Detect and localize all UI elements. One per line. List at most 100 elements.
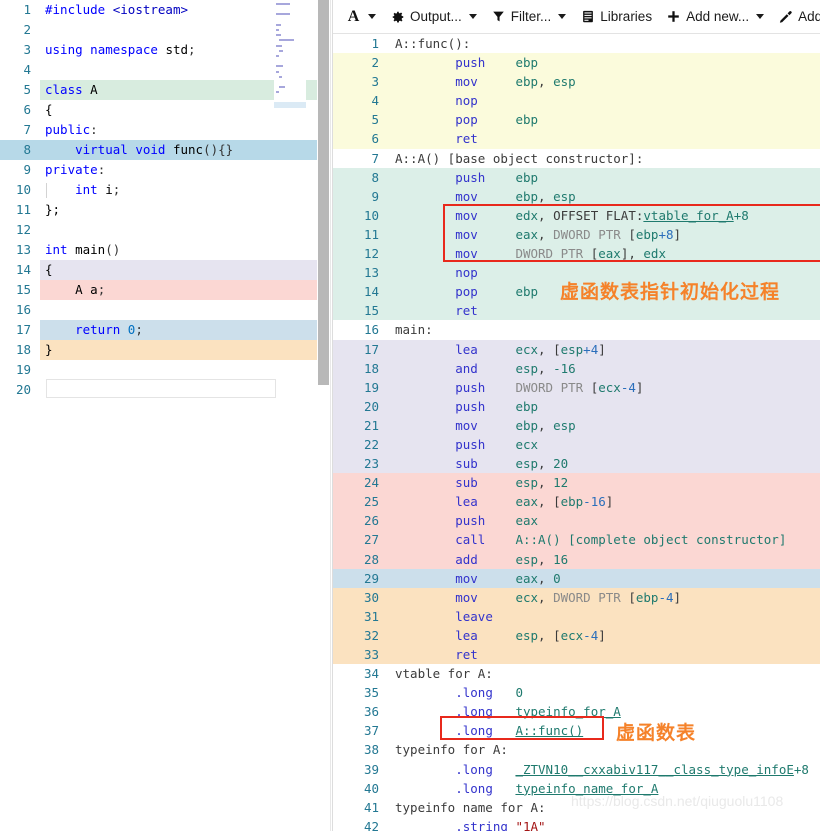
asm-line[interactable]: 40 .long typeinfo_name_for_A <box>333 778 820 798</box>
asm-line[interactable]: 25 lea eax, [ebp-16] <box>333 492 820 512</box>
asm-line[interactable]: 6 ret <box>333 129 820 149</box>
asm-line-number: 37 <box>363 723 379 739</box>
asm-line[interactable]: 16 main: <box>333 320 820 340</box>
source-line-number: 17 <box>15 322 31 337</box>
minimap-slider[interactable] <box>274 101 306 108</box>
asm-line-number: 25 <box>363 494 379 510</box>
asm-line[interactable]: 15 ret <box>333 301 820 321</box>
source-line[interactable]: 8 virtual void func(){} <box>0 140 330 160</box>
add-tool-button[interactable]: Add t <box>771 6 820 27</box>
asm-line[interactable]: 14 pop ebp <box>333 282 820 302</box>
asm-line[interactable]: 3 mov ebp, esp <box>333 72 820 92</box>
asm-line[interactable]: 8 push ebp <box>333 167 820 187</box>
asm-line-number: 38 <box>363 742 379 758</box>
source-line[interactable]: 16 <box>0 300 330 320</box>
indent-guide <box>46 183 47 198</box>
asm-line[interactable]: 22 push ecx <box>333 434 820 455</box>
asm-line[interactable]: 35 .long 0 <box>333 683 820 703</box>
wand-icon <box>778 9 793 24</box>
asm-line[interactable]: 29 mov eax, 0 <box>333 568 820 588</box>
source-line[interactable]: 10 int i; <box>0 180 330 200</box>
asm-line-number: 29 <box>363 570 379 586</box>
source-minimap[interactable] <box>274 0 306 112</box>
asm-line-text: .string "1A" <box>455 818 546 831</box>
asm-line[interactable]: 26 push eax <box>333 511 820 531</box>
asm-line-text: lea eax, [ebp-16] <box>455 494 614 510</box>
asm-line[interactable]: 1 A::func(): <box>333 34 820 54</box>
source-line[interactable]: 14 { <box>0 260 330 280</box>
asm-line[interactable]: 9 mov ebp, esp <box>333 186 820 206</box>
asm-line-text: push ebp <box>455 398 539 414</box>
asm-line-number: 36 <box>363 704 379 720</box>
source-scrollbar-thumb[interactable] <box>318 0 329 385</box>
asm-line[interactable]: 23 sub esp, 20 <box>333 454 820 474</box>
asm-line-number: 4 <box>371 93 379 109</box>
source-line[interactable]: 19 <box>0 360 330 380</box>
source-line[interactable]: 12 <box>0 220 330 240</box>
source-line-text: private: <box>45 162 106 177</box>
source-line-number: 20 <box>15 382 31 397</box>
asm-line[interactable]: 13 nop <box>333 263 820 283</box>
asm-line[interactable]: 37 .long A::func() <box>333 721 820 741</box>
source-line[interactable]: 13 int main() <box>0 240 330 260</box>
asm-line[interactable]: 27 call A::A() [complete object construc… <box>333 530 820 550</box>
asm-line[interactable]: 30 mov ecx, DWORD PTR [ebp-4] <box>333 587 820 607</box>
source-line-number: 11 <box>15 202 31 217</box>
asm-line[interactable]: 11 mov eax, DWORD PTR [ebp+8] <box>333 224 820 245</box>
asm-line-text: nop <box>455 265 478 281</box>
source-line-text: }; <box>45 202 61 217</box>
asm-line[interactable]: 5 pop ebp <box>333 110 820 130</box>
source-line[interactable]: 18} <box>0 340 330 360</box>
font-size-button[interactable]: A <box>339 6 383 27</box>
asm-line[interactable]: 36 .long typeinfo_for_A <box>333 702 820 722</box>
source-line-number: 14 <box>15 262 31 277</box>
asm-line[interactable]: 41 typeinfo name for A: <box>333 797 820 817</box>
add-new-button[interactable]: Add new... <box>659 6 771 27</box>
asm-line[interactable]: 42 .string "1A" <box>333 816 820 831</box>
libraries-button[interactable]: Libraries <box>573 6 659 27</box>
asm-line[interactable]: 12 mov DWORD PTR [eax], edx <box>333 244 820 264</box>
source-line[interactable]: 11}; <box>0 200 330 220</box>
asm-line[interactable]: 7 A::A() [base object constructor]: <box>333 148 820 168</box>
asm-line[interactable]: 2 push ebp <box>333 53 820 73</box>
asm-line[interactable]: 24 sub esp, 12 <box>333 473 820 493</box>
plus-icon <box>666 9 681 24</box>
source-vertical-scrollbar[interactable] <box>317 0 330 831</box>
asm-line[interactable]: 33 ret <box>333 645 820 665</box>
asm-line-number: 5 <box>371 112 379 128</box>
asm-line[interactable]: 4 nop <box>333 91 820 111</box>
source-line[interactable]: 9 private: <box>0 160 330 180</box>
filter-button[interactable]: Filter... <box>484 6 574 27</box>
asm-line[interactable]: 10 mov edx, OFFSET FLAT:vtable_for_A+8 <box>333 205 820 225</box>
source-line-number: 13 <box>15 242 31 257</box>
source-line[interactable]: 17 return 0; <box>0 320 330 340</box>
assembly-code-lines[interactable]: 1 A::func(): 2 push ebp 3 mov ebp, esp 4 nop… <box>333 34 820 831</box>
source-line-text: A a; <box>40 280 330 300</box>
minimap-line <box>276 34 282 37</box>
asm-line-number: 39 <box>363 761 379 777</box>
asm-line-number: 19 <box>363 379 379 395</box>
minimap-line <box>276 13 291 16</box>
asm-line-text: typeinfo name for A: <box>395 799 546 815</box>
output-button[interactable]: Output... <box>383 6 484 27</box>
active-line-box[interactable] <box>46 379 276 398</box>
asm-line-number: 18 <box>363 360 379 376</box>
asm-line[interactable]: 17 lea ecx, [esp+4] <box>333 339 820 359</box>
gear-icon <box>390 9 405 24</box>
asm-line[interactable]: 34 vtable for A: <box>333 664 820 684</box>
asm-line[interactable]: 19 push DWORD PTR [ecx-4] <box>333 377 820 397</box>
filter-icon <box>491 9 506 24</box>
minimap-line <box>278 86 286 89</box>
asm-line[interactable]: 31 leave <box>333 606 820 626</box>
source-line[interactable]: 7 public: <box>0 120 330 140</box>
source-line[interactable]: 15 A a; <box>0 280 330 300</box>
asm-line[interactable]: 39 .long _ZTVN10__cxxabiv117__class_type… <box>333 759 820 779</box>
asm-line[interactable]: 20 push ebp <box>333 396 820 416</box>
asm-line[interactable]: 28 add esp, 16 <box>333 549 820 569</box>
asm-line[interactable]: 21 mov ebp, esp <box>333 415 820 435</box>
asm-line-text: nop <box>455 93 478 109</box>
asm-line[interactable]: 18 and esp, -16 <box>333 358 820 378</box>
asm-line[interactable]: 38 typeinfo for A: <box>333 740 820 760</box>
asm-line[interactable]: 32 lea esp, [ecx-4] <box>333 625 820 645</box>
asm-line-text: .long 0 <box>455 685 523 701</box>
